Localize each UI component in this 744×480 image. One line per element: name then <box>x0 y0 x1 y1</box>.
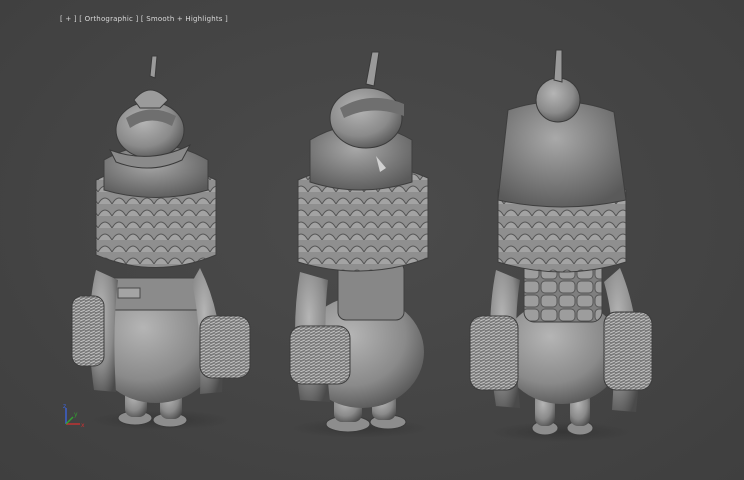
model-view-right <box>469 49 653 442</box>
viewport-perspective[interactable]: [ + ] [ Orthographic ] [ Smooth + Highli… <box>0 0 744 480</box>
axis-gizmo: x y z <box>63 404 85 429</box>
model-view-center <box>289 51 430 438</box>
scene-render <box>71 49 653 442</box>
model-view-left <box>71 55 251 430</box>
axis-z-label: z <box>63 404 66 410</box>
axis-x-label: x <box>81 422 85 429</box>
axis-y-label: y <box>74 411 78 418</box>
